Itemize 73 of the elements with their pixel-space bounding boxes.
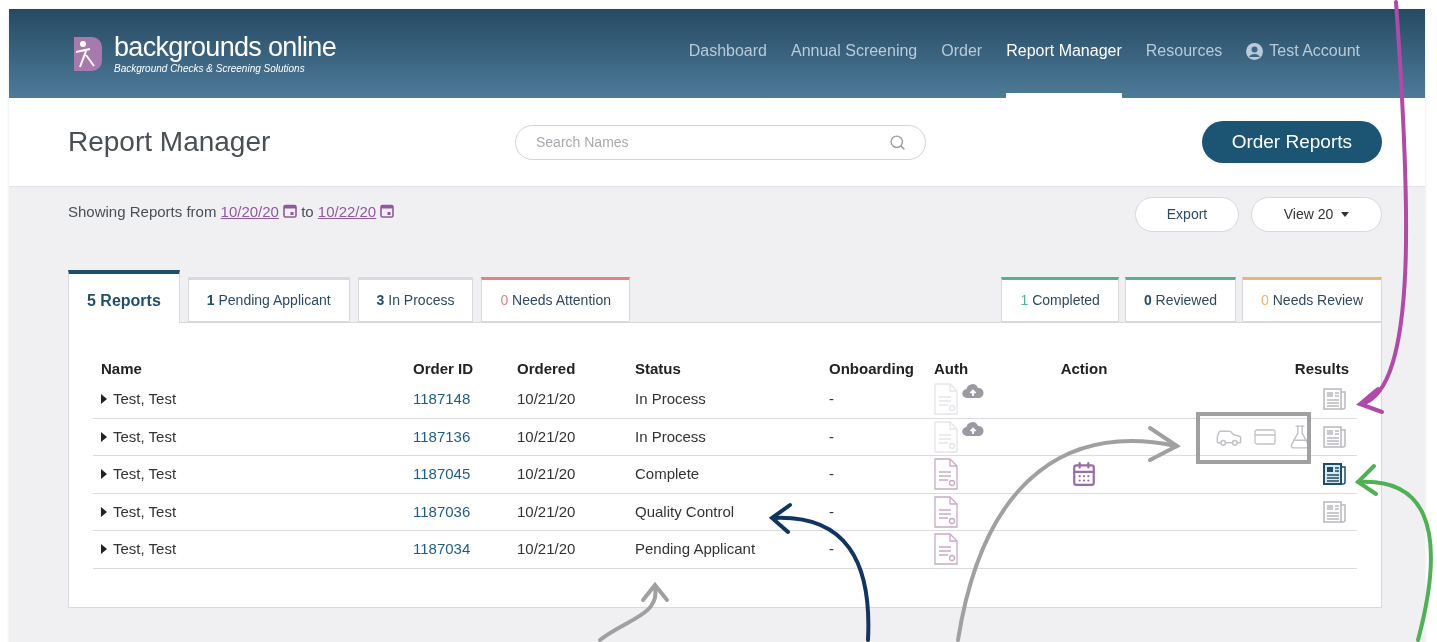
- status-text: Quality Control: [635, 501, 735, 522]
- applicant-name: Test, Test: [113, 426, 177, 447]
- column-header: Onboarding: [829, 358, 915, 379]
- document-icon[interactable]: [934, 458, 958, 491]
- order-id-link[interactable]: 1187136: [413, 425, 471, 448]
- column-header: Results: [1294, 358, 1350, 379]
- brand-tagline: Background Checks & Screening Solutions: [114, 63, 306, 74]
- caret-icon: [1341, 212, 1350, 217]
- date-range-text: Showing Reports from 10/20/20 to 10/22/20: [68, 201, 395, 224]
- cloud-upload-icon[interactable]: [962, 383, 984, 400]
- expand-caret-icon[interactable]: [101, 394, 107, 405]
- column-header: Order ID: [413, 358, 474, 379]
- filter-tab[interactable]: 0 Needs Review: [1242, 277, 1382, 322]
- calendar-icon[interactable]: [282, 204, 297, 218]
- expand-caret-icon[interactable]: [101, 544, 107, 555]
- filter-tab[interactable]: 5 Reports: [68, 270, 180, 323]
- onboarding-value: -: [829, 389, 834, 409]
- filter-tab[interactable]: 0 Reviewed: [1124, 277, 1237, 322]
- applicant-name: Test, Test: [113, 464, 177, 484]
- ordered-date: 10/21/20: [517, 426, 576, 447]
- ordered-date: 10/21/20: [517, 464, 576, 484]
- view-count-dropdown[interactable]: View 20: [1251, 197, 1382, 232]
- filter-tab[interactable]: 3 In Process: [357, 277, 474, 322]
- ordered-date: 10/21/20: [517, 501, 576, 522]
- ordered-date: 10/21/20: [517, 389, 576, 409]
- start-date-link[interactable]: 10/20/20: [220, 203, 279, 220]
- status-text: Pending Applicant: [635, 539, 756, 559]
- status-text: In Process: [635, 426, 706, 447]
- column-header: Auth: [934, 358, 970, 379]
- applicant-name: Test, Test: [113, 501, 177, 522]
- brand-name: backgrounds online: [114, 33, 337, 61]
- column-header: Action: [1060, 358, 1108, 379]
- nav-link[interactable]: Dashboard: [688, 9, 767, 98]
- expand-caret-icon[interactable]: [101, 469, 107, 480]
- account-menu[interactable]: Test Account: [1246, 9, 1360, 98]
- filter-tab[interactable]: 1 Completed: [1001, 277, 1119, 322]
- filter-tab[interactable]: 0 Needs Attention: [481, 277, 630, 322]
- report-icon[interactable]: [1323, 462, 1347, 487]
- nav-link[interactable]: Resources: [1145, 9, 1223, 98]
- order-reports-button[interactable]: Order Reports: [1201, 121, 1382, 163]
- ordered-date: 10/21/20: [517, 539, 576, 559]
- column-header: Ordered: [517, 358, 577, 379]
- order-id-link[interactable]: 1187034: [413, 538, 471, 561]
- nav-link[interactable]: Annual Screening: [790, 9, 918, 98]
- annotation-arrow: [598, 581, 669, 642]
- search-icon[interactable]: [889, 133, 906, 151]
- calendar-icon[interactable]: [1071, 461, 1097, 488]
- search-field[interactable]: Search Names: [515, 124, 926, 160]
- document-icon[interactable]: [934, 533, 958, 566]
- order-id-link[interactable]: 1187036: [413, 500, 471, 523]
- column-header: Name: [101, 358, 143, 379]
- nav-link[interactable]: Order: [941, 9, 983, 98]
- user-icon: [1246, 42, 1264, 60]
- filter-tab[interactable]: 1 Pending Applicant: [187, 277, 350, 322]
- column-header: Status: [635, 358, 682, 379]
- status-text: Complete: [635, 464, 700, 484]
- export-button[interactable]: Export: [1135, 197, 1239, 232]
- expand-caret-icon[interactable]: [101, 506, 107, 517]
- onboarding-value: -: [829, 501, 834, 522]
- cloud-upload-icon[interactable]: [962, 420, 984, 437]
- page-title: Report Manager: [68, 125, 272, 159]
- end-date-link[interactable]: 10/22/20: [317, 203, 377, 220]
- onboarding-value: -: [829, 464, 834, 484]
- expand-caret-icon[interactable]: [101, 431, 107, 442]
- applicant-name: Test, Test: [113, 389, 177, 409]
- applicant-name: Test, Test: [113, 539, 177, 559]
- document-icon[interactable]: [934, 495, 958, 528]
- order-id-link[interactable]: 1187148: [413, 388, 471, 411]
- onboarding-value: -: [829, 539, 834, 559]
- onboarding-value: -: [829, 426, 834, 447]
- status-text: In Process: [635, 389, 706, 409]
- order-id-link[interactable]: 1187045: [413, 463, 471, 486]
- calendar-icon[interactable]: [380, 204, 395, 218]
